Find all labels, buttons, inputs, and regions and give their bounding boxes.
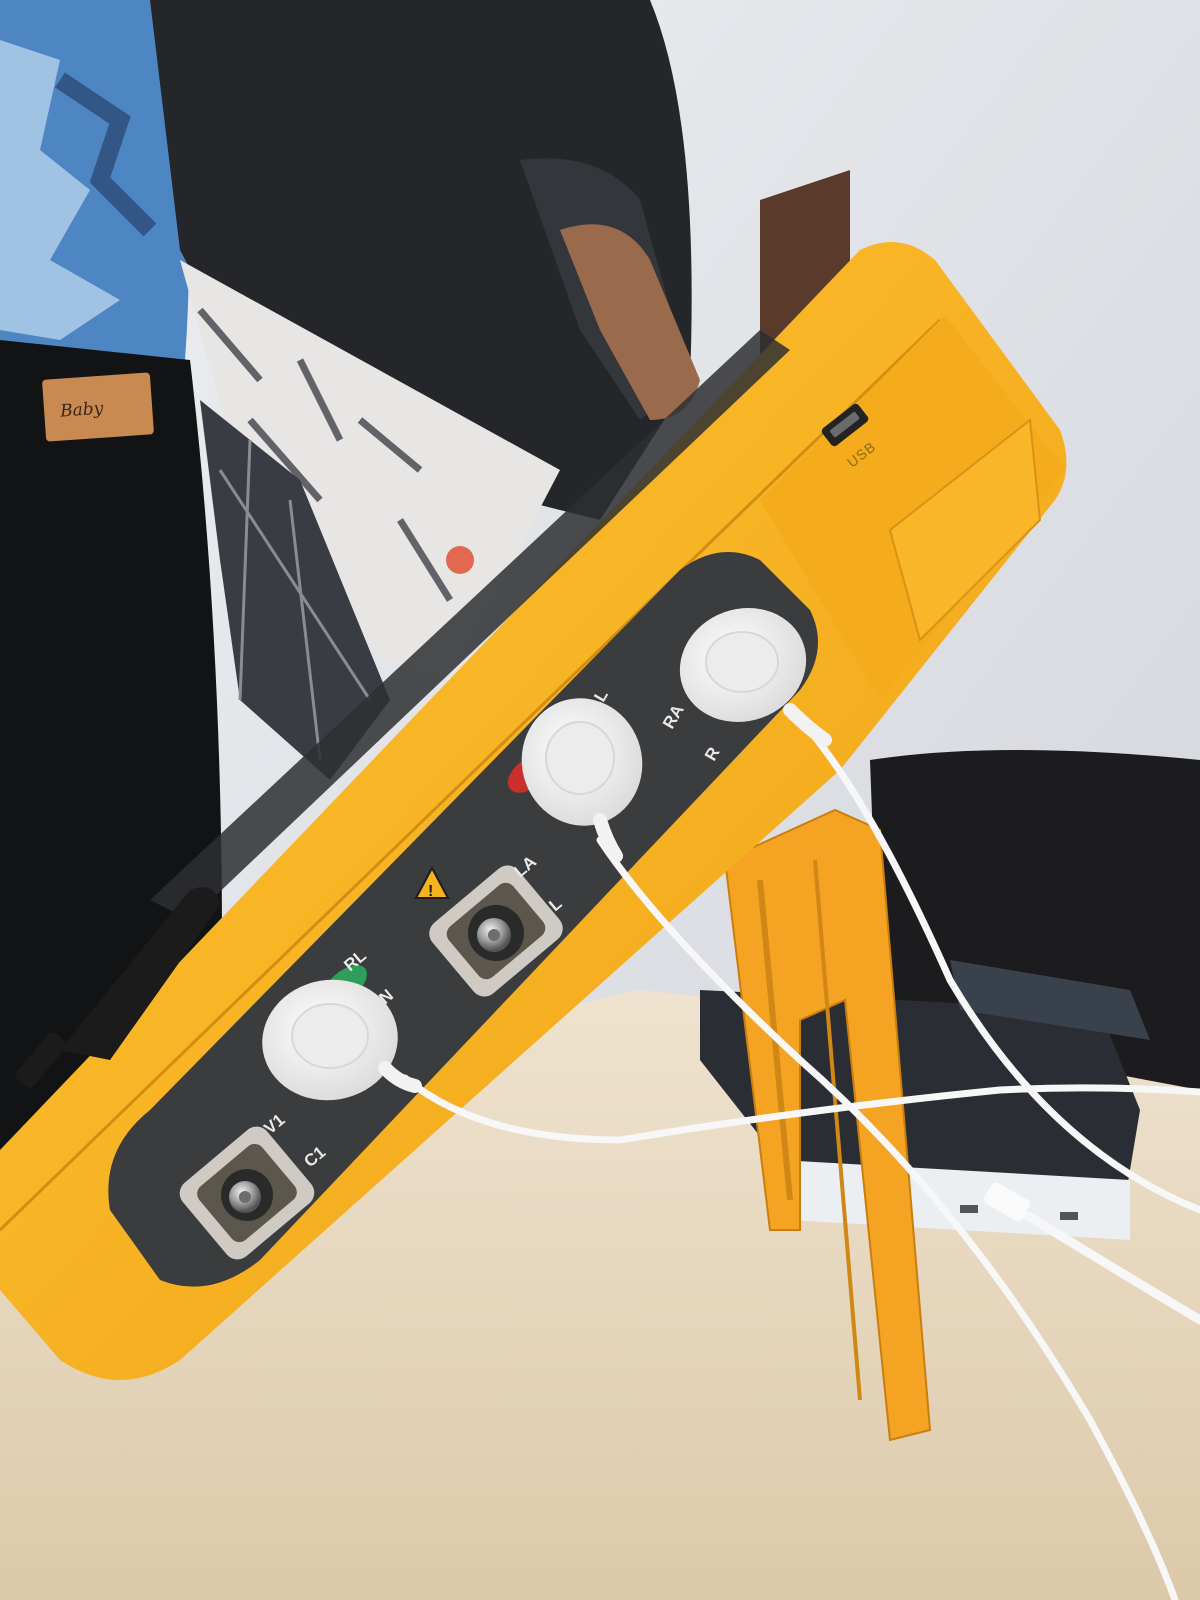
jeans-patch-text: Baby	[59, 399, 105, 422]
port-slot	[960, 1205, 978, 1213]
port-slot	[1060, 1212, 1078, 1220]
photo-scene: Baby USB ! V1 C1 RL N LA L LL RA R	[0, 0, 1200, 1600]
pants-print	[446, 546, 474, 574]
scene-svg: Baby USB ! V1 C1 RL N LA L LL RA R	[0, 0, 1200, 1600]
svg-text:!: !	[428, 883, 433, 900]
